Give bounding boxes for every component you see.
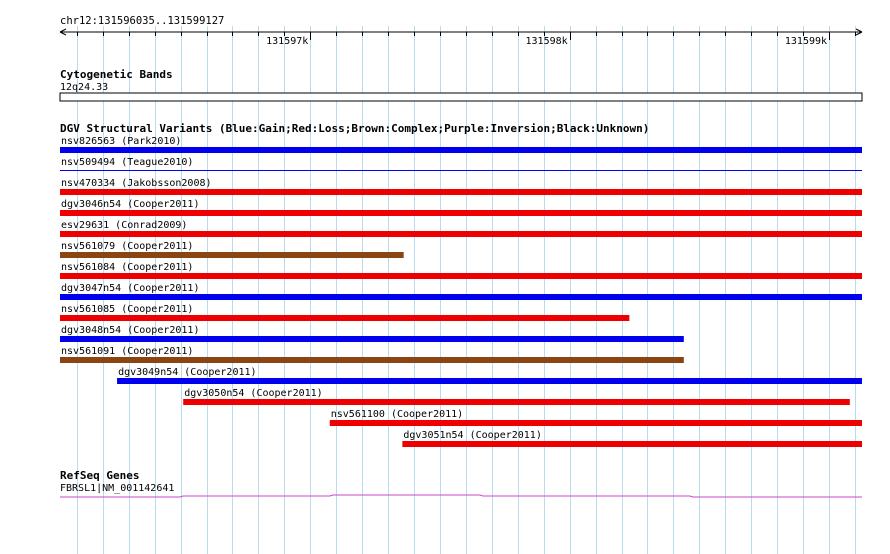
dgv-feature-bar[interactable] <box>60 357 684 363</box>
dgv-feature-label: nsv509494 (Teague2010) <box>61 157 193 168</box>
dgv-feature-label: dgv3051n54 (Cooper2011) <box>403 430 541 441</box>
dgv-feature-label: nsv561085 (Cooper2011) <box>61 304 193 315</box>
ruler-tick-label: 131598k <box>526 36 568 47</box>
dgv-track[interactable]: DGV Structural Variants (Blue:Gain;Red:L… <box>60 122 862 447</box>
dgv-feature-bar[interactable] <box>60 252 404 258</box>
refseq-track-title: RefSeq Genes <box>60 469 139 482</box>
dgv-feature-bar[interactable] <box>117 378 862 384</box>
dgv-feature-label: nsv561079 (Cooper2011) <box>61 241 193 252</box>
dgv-feature-label: nsv826563 (Park2010) <box>61 136 181 147</box>
dgv-feature-bar[interactable] <box>60 147 862 153</box>
dgv-feature-bar[interactable] <box>402 441 862 447</box>
dgv-feature-bar[interactable] <box>60 336 684 342</box>
ruler[interactable]: chr12:131596035..131599127 131597k 131598… <box>59 15 863 47</box>
refseq-gene-line[interactable] <box>60 494 862 498</box>
dgv-feature-bar[interactable] <box>60 273 862 279</box>
dgv-feature-label: nsv561084 (Cooper2011) <box>61 262 193 273</box>
dgv-feature-bar[interactable] <box>60 189 862 195</box>
dgv-feature-label: dgv3050n54 (Cooper2011) <box>184 388 322 399</box>
dgv-feature-label: nsv470334 (Jakobsson2008) <box>61 178 212 189</box>
location-label: chr12:131596035..131599127 <box>60 15 224 27</box>
dgv-feature-bar[interactable] <box>60 170 862 171</box>
dgv-feature-label: nsv561100 (Cooper2011) <box>331 409 463 420</box>
genome-browser-view: chr12:131596035..131599127 131597k 131598… <box>59 15 863 554</box>
dgv-feature-bar[interactable] <box>329 420 862 426</box>
cytoband-label: 12q24.33 <box>60 82 108 93</box>
dgv-feature-bar[interactable] <box>60 294 862 300</box>
dgv-feature-label: nsv561091 (Cooper2011) <box>61 346 193 357</box>
ruler-tick-label: 131599k <box>785 36 827 47</box>
cytoband-bar[interactable] <box>59 92 863 102</box>
dgv-feature-label: dgv3047n54 (Cooper2011) <box>61 283 199 294</box>
dgv-feature-bar[interactable] <box>60 315 630 321</box>
cytoband-track-title: Cytogenetic Bands <box>60 68 173 81</box>
dgv-feature-label: dgv3049n54 (Cooper2011) <box>118 367 256 378</box>
refseq-track[interactable]: RefSeq Genes FBRSL1|NM_001142641 <box>60 469 862 498</box>
dgv-feature-label: esv29631 (Conrad2009) <box>61 220 187 231</box>
dgv-feature-bar[interactable] <box>183 399 850 405</box>
dgv-feature-bar[interactable] <box>60 210 862 216</box>
dgv-track-title: DGV Structural Variants (Blue:Gain;Red:L… <box>60 122 649 135</box>
dgv-feature-label: dgv3046n54 (Cooper2011) <box>61 199 199 210</box>
dgv-features: nsv826563 (Park2010) nsv509494 (Teague201… <box>60 136 862 447</box>
cytoband-track[interactable]: Cytogenetic Bands 12q24.33 <box>59 68 863 102</box>
ruler-tick-label: 131597k <box>266 36 308 47</box>
dgv-feature-label: dgv3048n54 (Cooper2011) <box>61 325 199 336</box>
dgv-feature-bar[interactable] <box>60 231 862 237</box>
refseq-gene-label: FBRSL1|NM_001142641 <box>60 483 174 494</box>
